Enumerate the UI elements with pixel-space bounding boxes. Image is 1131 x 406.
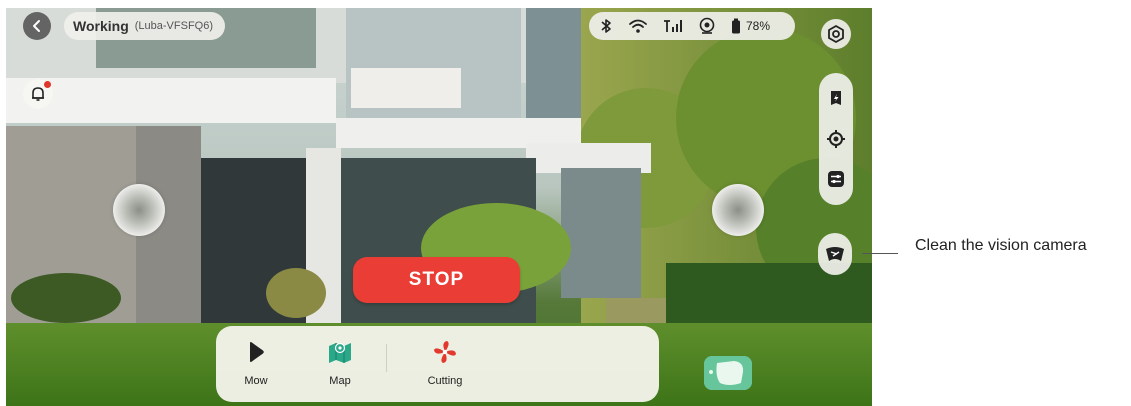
bottom-action-bar: Mow Map Cutting — [216, 326, 659, 402]
notifications-button[interactable] — [23, 79, 53, 109]
mow-button[interactable]: Mow — [216, 326, 296, 402]
right-joystick[interactable] — [712, 184, 764, 236]
stop-button[interactable]: STOP — [353, 257, 520, 303]
minimap-button[interactable] — [704, 356, 752, 390]
flash-card-icon — [831, 91, 841, 105]
annotation-clean-camera: Clean the vision camera — [915, 237, 1087, 254]
locate-button[interactable] — [822, 125, 850, 153]
hexagon-settings-icon — [828, 25, 844, 43]
minimap-icon — [704, 356, 752, 390]
cutting-button[interactable]: Cutting — [405, 326, 485, 402]
play-icon — [250, 342, 264, 362]
camera-clean-icon — [826, 247, 844, 261]
settings-sliders-button[interactable] — [822, 165, 850, 193]
left-joystick[interactable] — [113, 184, 165, 236]
status-pill: Working (Luba-VFSFQ6) — [64, 12, 225, 40]
cellular-icon — [664, 20, 682, 32]
gnss-icon — [699, 17, 715, 34]
device-name: (Luba-VFSFQ6) — [134, 20, 213, 32]
chevron-left-icon — [33, 20, 40, 32]
camera-view: Working (Luba-VFSFQ6) 78% STOP Mow Map C… — [6, 8, 872, 406]
clean-camera-button[interactable] — [818, 233, 852, 275]
sliders-icon — [828, 171, 844, 187]
flash-card-button[interactable] — [822, 85, 850, 113]
battery-icon — [732, 18, 740, 34]
system-status-pill: 78% — [589, 12, 795, 40]
back-button[interactable] — [23, 12, 51, 40]
map-button[interactable]: Map — [300, 326, 380, 402]
map-label: Map — [329, 375, 351, 387]
annotation-line — [862, 253, 898, 254]
right-tool-column — [819, 73, 853, 205]
divider — [386, 344, 387, 372]
notification-badge — [44, 81, 51, 88]
status-label: Working — [73, 18, 129, 34]
bluetooth-icon — [601, 19, 611, 33]
cutting-label: Cutting — [427, 375, 463, 387]
wifi-icon — [629, 19, 647, 33]
fan-icon — [434, 341, 456, 363]
settings-button[interactable] — [821, 19, 851, 49]
mow-label: Mow — [244, 375, 268, 387]
locate-icon — [827, 130, 845, 148]
bell-icon — [32, 87, 44, 101]
battery-percent: 78% — [746, 19, 771, 33]
map-icon — [329, 342, 351, 363]
